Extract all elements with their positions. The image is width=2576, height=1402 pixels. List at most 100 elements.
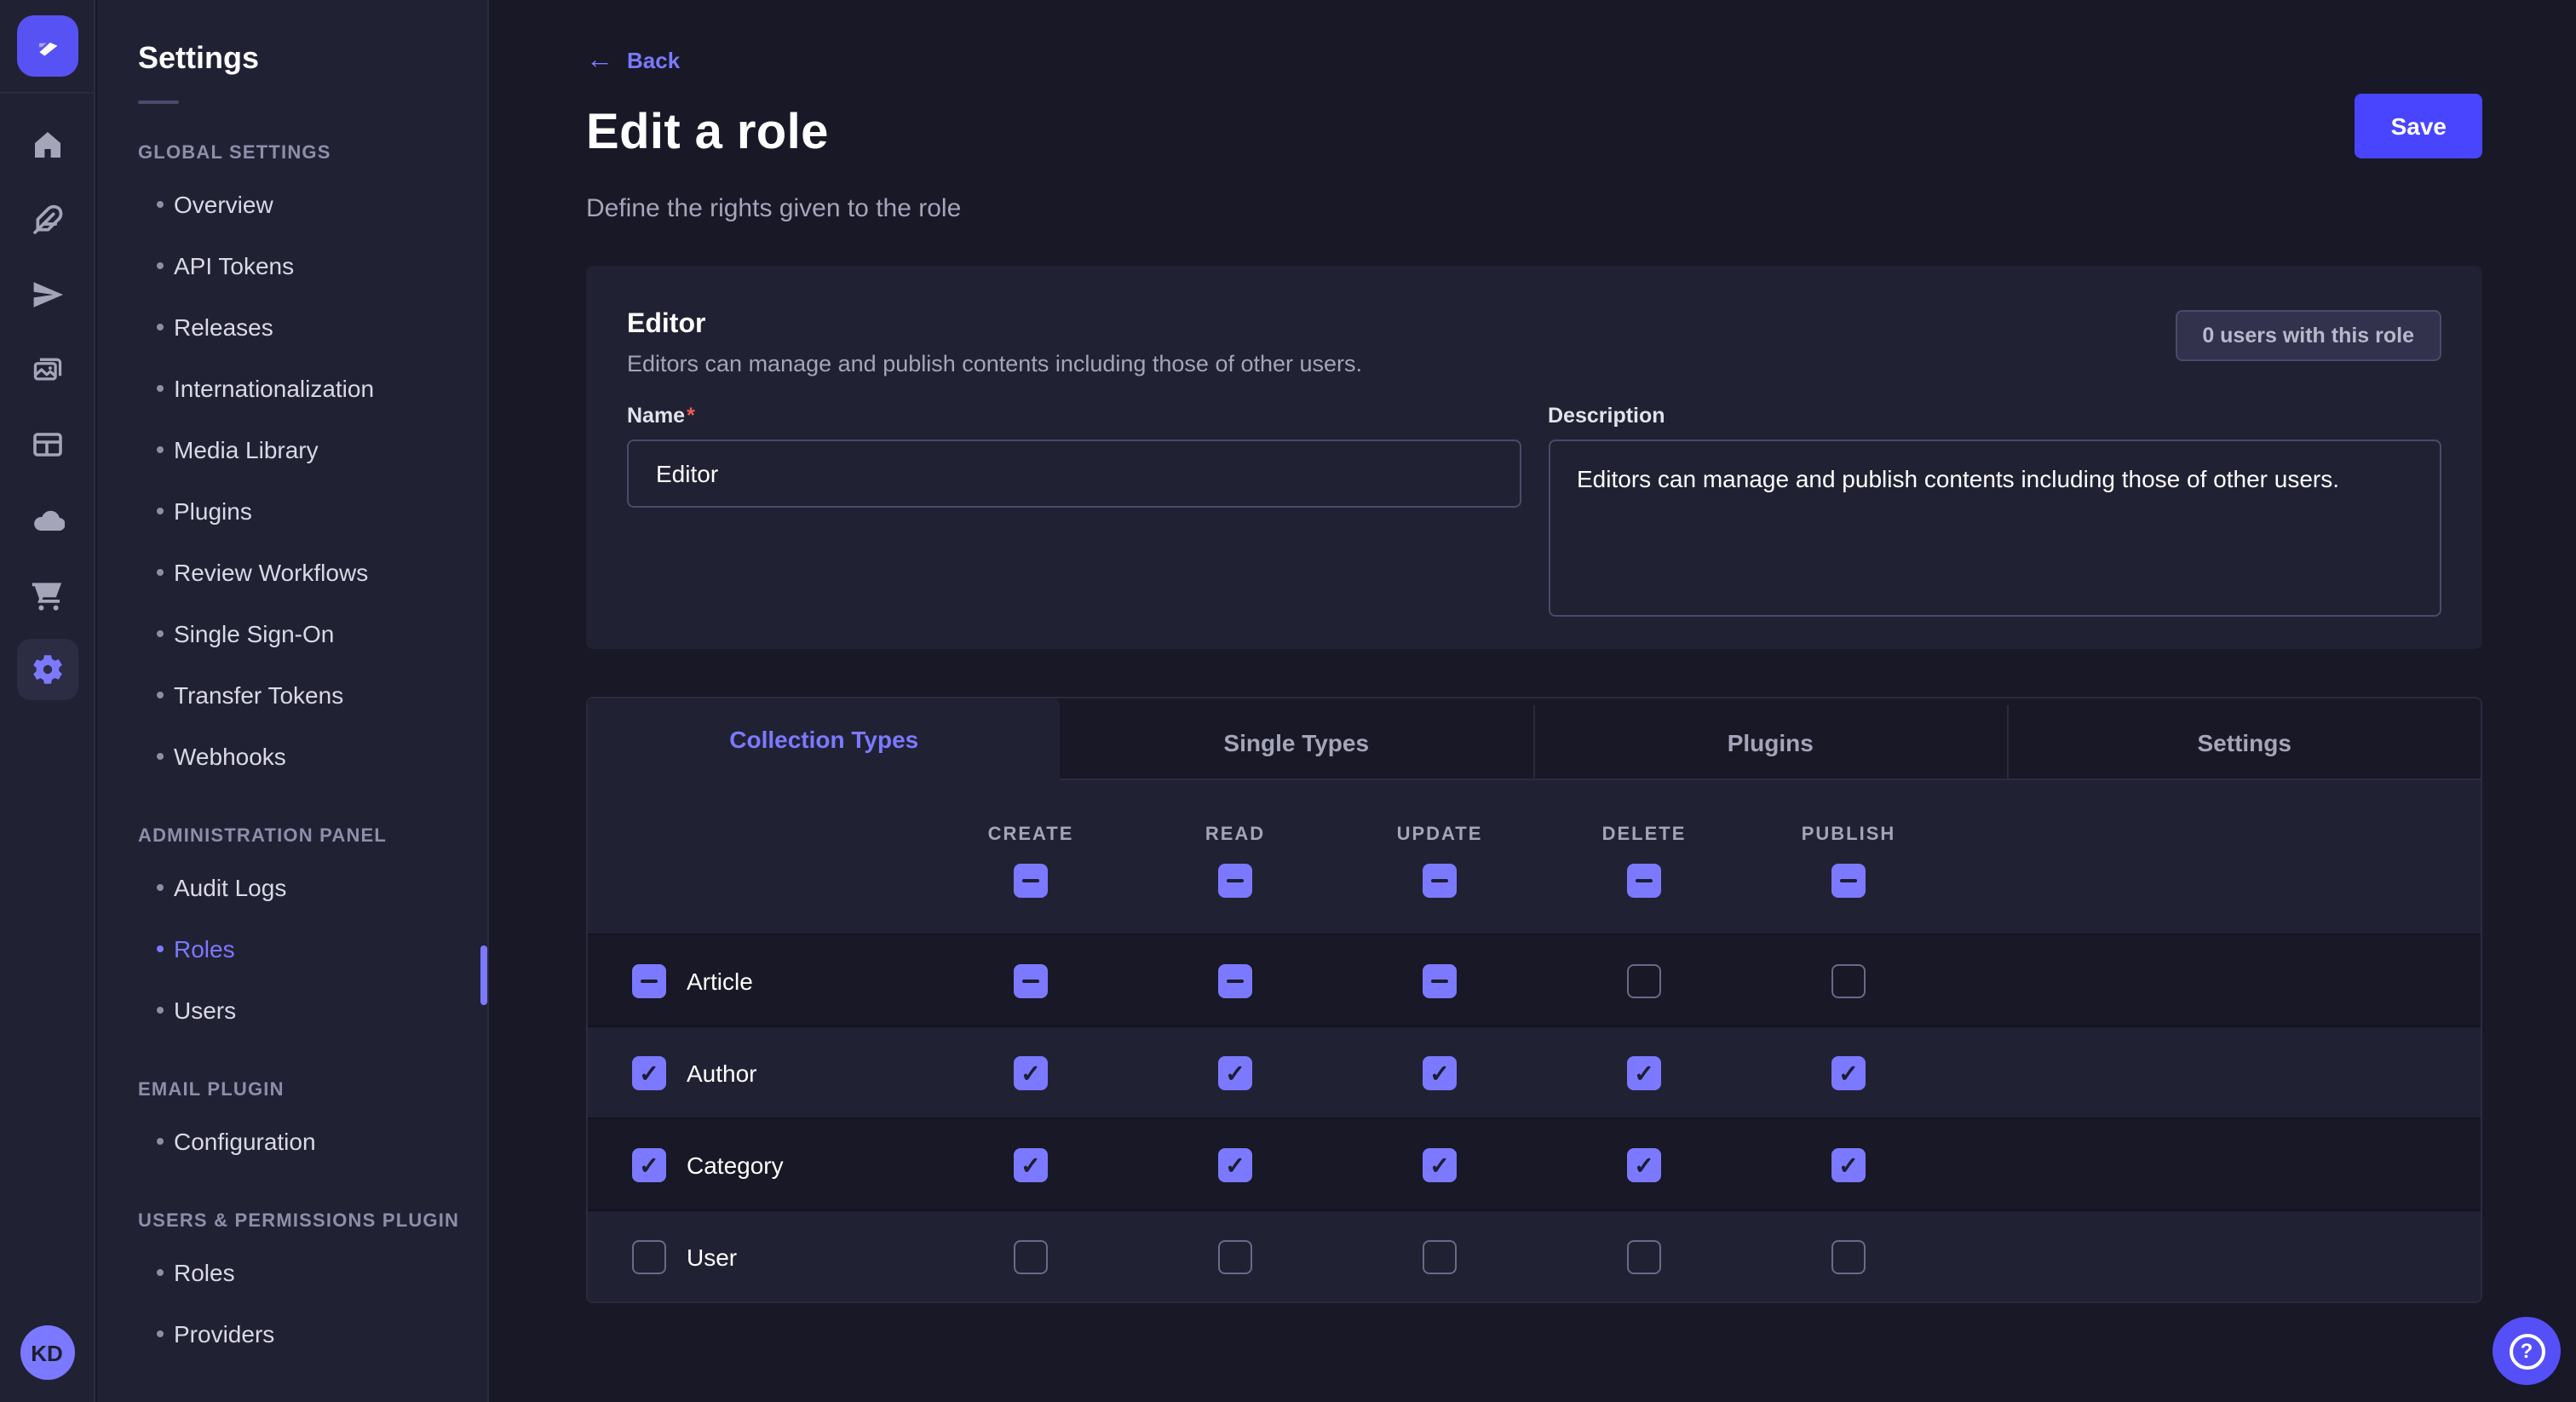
row-checkbox[interactable] [632,1240,666,1274]
sidebar-title: Settings [138,41,487,77]
category-publish-checkbox[interactable] [1831,1148,1866,1182]
sidebar-item-users[interactable]: Users [138,980,487,1041]
name-field: Name* [627,405,1521,626]
sidebar-item-up-roles[interactable]: Roles [138,1242,487,1303]
section-email-plugin: EMAIL PLUGIN Configuration [138,1080,487,1172]
row-label: Author [687,1060,757,1087]
bullet-icon [157,262,164,269]
description-textarea[interactable]: Editors can manage and publish contents … [1548,440,2441,618]
back-link[interactable]: ← Back [586,48,680,73]
sidebar-item-internationalization[interactable]: Internationalization [138,358,487,419]
sidebar-item-roles-active[interactable]: Roles [138,918,487,980]
tab-single-types[interactable]: Single Types [1061,706,1533,781]
permission-row-user: User [588,1210,2481,1302]
author-create-checkbox[interactable] [1014,1056,1048,1090]
question-mark-icon: ? [2509,1333,2544,1369]
article-read-checkbox[interactable] [1218,964,1252,998]
name-input[interactable] [627,440,1521,509]
strapi-logo-glyph [30,29,64,63]
category-delete-checkbox[interactable] [1627,1148,1661,1182]
author-read-checkbox[interactable] [1218,1056,1252,1090]
settings-sidebar: Settings GLOBAL SETTINGS Overview API To… [97,0,489,1402]
permissions-tabs: Collection Types Single Types Plugins Se… [588,699,2481,781]
select-all-read-checkbox[interactable] [1218,865,1252,899]
user-read-checkbox[interactable] [1218,1240,1252,1274]
save-button[interactable]: Save [2355,94,2482,158]
category-create-checkbox[interactable] [1014,1148,1048,1182]
section-administration-panel: ADMINISTRATION PANEL Audit Logs Roles Us… [138,826,487,1041]
author-publish-checkbox[interactable] [1831,1056,1866,1090]
sidebar-item-providers[interactable]: Providers [138,1303,487,1365]
select-all-publish-checkbox[interactable] [1831,865,1866,899]
page-subtitle: Define the rights given to the role [586,195,2482,224]
sidebar-item-releases[interactable]: Releases [138,296,487,358]
sidebar-item-review-workflows[interactable]: Review Workflows [138,542,487,603]
cloud-icon[interactable] [0,482,95,557]
users-with-role-badge[interactable]: 0 users with this role [2175,311,2441,362]
role-fields-row: Name* Description Editors can manage and… [627,405,2441,626]
sidebar-item-single-sign-on[interactable]: Single Sign-On [138,603,487,664]
home-icon[interactable] [0,107,95,182]
marketplace-cart-icon[interactable] [0,557,95,632]
sidebar-item-audit-logs[interactable]: Audit Logs [138,857,487,918]
sidebar-item-configuration[interactable]: Configuration [138,1111,487,1172]
back-label: Back [627,48,680,73]
row-checkbox[interactable] [632,964,666,998]
back-arrow-icon: ← [586,49,613,72]
sidebar-item-label: Transfer Tokens [174,681,343,709]
media-library-images-icon[interactable] [0,332,95,407]
bullet-icon [157,692,164,698]
article-update-checkbox[interactable] [1423,964,1457,998]
author-update-checkbox[interactable] [1423,1056,1457,1090]
section-label: ADMINISTRATION PANEL [138,826,487,847]
permission-row-article: Article [588,934,2481,1026]
icon-rail: KD [0,0,95,1402]
sidebar-item-media-library[interactable]: Media Library [138,419,487,480]
sidebar-scrollbar-thumb[interactable] [480,945,487,1005]
strapi-logo-icon[interactable] [16,15,78,77]
category-update-checkbox[interactable] [1423,1148,1457,1182]
content-manager-feather-icon[interactable] [0,182,95,257]
select-all-delete-checkbox[interactable] [1627,865,1661,899]
section-global-settings: GLOBAL SETTINGS Overview API Tokens Rele… [138,143,487,787]
tab-settings[interactable]: Settings [2007,706,2481,781]
bullet-icon [157,201,164,208]
bullet-icon [157,1330,164,1337]
sidebar-item-transfer-tokens[interactable]: Transfer Tokens [138,664,487,726]
select-all-update-checkbox[interactable] [1423,865,1457,899]
sidebar-item-plugins[interactable]: Plugins [138,480,487,542]
user-avatar[interactable]: KD [20,1325,74,1380]
article-publish-checkbox[interactable] [1831,964,1866,998]
row-checkbox[interactable] [632,1148,666,1182]
section-label: GLOBAL SETTINGS [138,143,487,164]
user-delete-checkbox[interactable] [1627,1240,1661,1274]
logo-container [0,0,94,94]
category-read-checkbox[interactable] [1218,1148,1252,1182]
permissions-panel: Collection Types Single Types Plugins Se… [586,698,2482,1304]
settings-gear-slot[interactable] [0,632,95,707]
help-button[interactable]: ? [2493,1317,2561,1385]
user-update-checkbox[interactable] [1423,1240,1457,1274]
user-create-checkbox[interactable] [1014,1240,1048,1274]
select-all-create-checkbox[interactable] [1014,865,1048,899]
sidebar-item-api-tokens[interactable]: API Tokens [138,235,487,296]
settings-gear-icon [16,639,78,700]
author-delete-checkbox[interactable] [1627,1056,1661,1090]
title-divider [138,101,179,104]
article-delete-checkbox[interactable] [1627,964,1661,998]
article-create-checkbox[interactable] [1014,964,1048,998]
send-plane-icon[interactable] [0,257,95,332]
tab-plugins[interactable]: Plugins [1532,706,2007,781]
row-checkbox[interactable] [632,1056,666,1090]
sidebar-item-label: Users [174,997,236,1024]
sidebar-item-webhooks[interactable]: Webhooks [138,726,487,787]
bullet-icon [157,884,164,891]
content-type-builder-layout-icon[interactable] [0,407,95,482]
permission-row-category: Category [588,1118,2481,1210]
bullet-icon [157,385,164,392]
bullet-icon [157,945,164,952]
description-field: Description Editors can manage and publi… [1548,405,2441,626]
tab-collection-types[interactable]: Collection Types [588,699,1061,781]
user-publish-checkbox[interactable] [1831,1240,1866,1274]
sidebar-item-overview[interactable]: Overview [138,174,487,235]
